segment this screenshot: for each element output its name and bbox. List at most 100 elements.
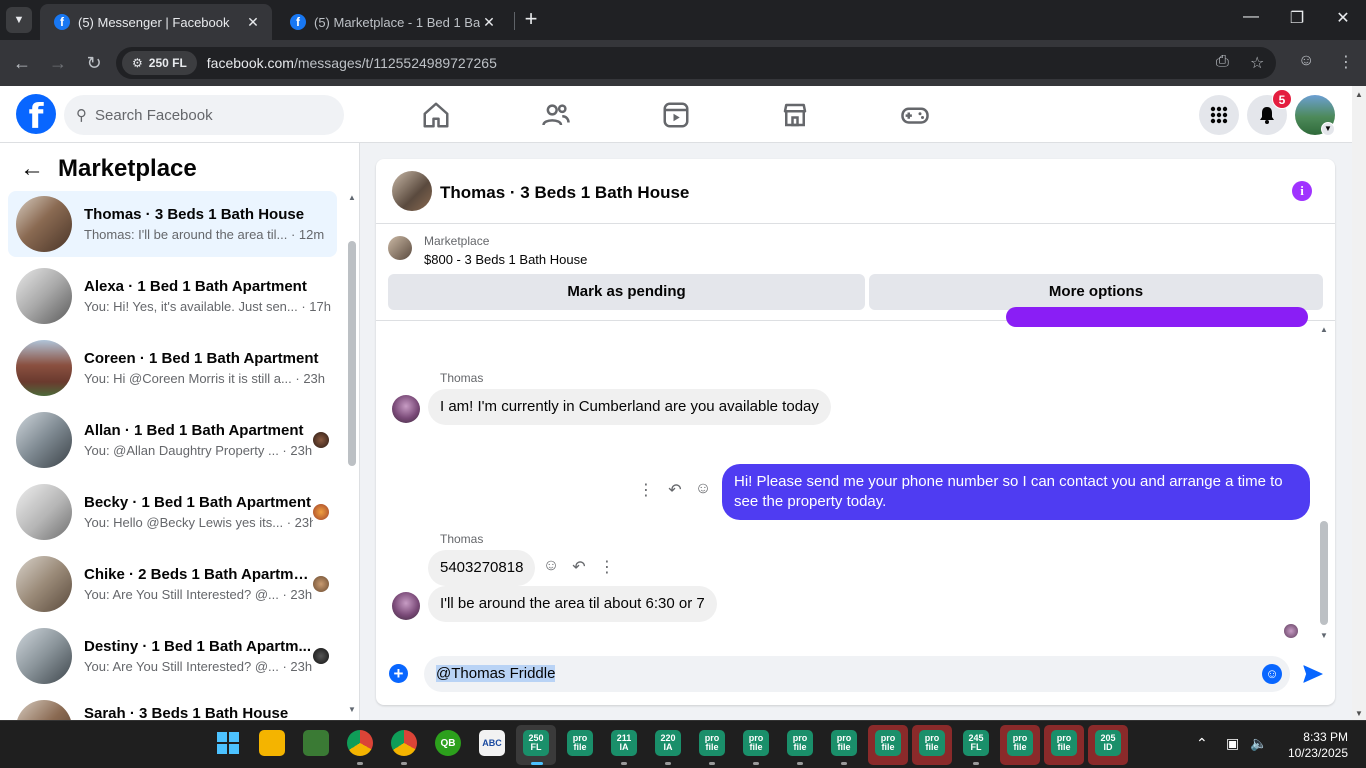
scroll-up-arrow-icon[interactable]: ▲ xyxy=(1355,90,1363,99)
volume-icon[interactable]: 🔈 xyxy=(1250,735,1267,752)
reload-icon[interactable]: ↻ xyxy=(81,50,107,76)
scrollbar-thumb[interactable] xyxy=(1320,521,1328,625)
conversation-item[interactable]: Coreen · 1 Bed 1 Bath Apartment You: Hi @… xyxy=(8,335,337,401)
video-icon[interactable] xyxy=(661,100,691,130)
listing-thumbnail[interactable] xyxy=(388,236,412,260)
reply-icon[interactable]: ↶ xyxy=(568,557,590,577)
message-input[interactable]: @Thomas Friddle xyxy=(424,656,1290,692)
incoming-message[interactable]: I am! I'm currently in Cumberland are yo… xyxy=(428,389,831,425)
menu-grid-icon[interactable] xyxy=(1199,95,1239,135)
scroll-down-arrow-icon[interactable]: ▼ xyxy=(1355,709,1363,718)
taskbar-clock[interactable]: 8:33 PM 10/23/2025 xyxy=(1282,729,1348,761)
emoji-icon[interactable]: ☺ xyxy=(1262,664,1282,684)
site-info-chip[interactable]: ⚙ 250 FL xyxy=(122,51,197,75)
conversation-item[interactable]: Sarah · 3 Beds 1 Bath House xyxy=(8,695,337,720)
friends-icon[interactable] xyxy=(541,100,571,130)
listing-title[interactable]: $800 - 3 Beds 1 Bath House xyxy=(424,252,587,267)
bookmark-star-icon[interactable]: ☆ xyxy=(1250,53,1264,73)
react-emoji-icon[interactable]: ☺ xyxy=(692,480,714,498)
search-placeholder: Search Facebook xyxy=(95,106,213,124)
facebook-search-input[interactable]: ⚲ Search Facebook xyxy=(64,95,344,135)
mark-as-pending-button[interactable]: Mark as pending xyxy=(388,274,865,310)
taskbar-app-220-ia[interactable]: 220 IA xyxy=(655,730,681,756)
install-app-icon[interactable]: ⎙ xyxy=(1216,53,1229,71)
back-arrow-icon[interactable]: ← xyxy=(20,155,44,183)
back-arrow-icon[interactable]: ← xyxy=(9,50,35,76)
close-tab-icon[interactable]: ✕ xyxy=(480,14,498,31)
chrome-menu-icon[interactable]: ⋮ xyxy=(1338,52,1354,72)
taskbar-app-250-fl[interactable]: 250 FL xyxy=(523,730,549,756)
show-hidden-icons-chevron-icon[interactable]: ⌃ xyxy=(1196,735,1208,752)
more-actions-plus-icon[interactable]: + xyxy=(389,664,408,683)
facebook-logo-icon[interactable]: f xyxy=(16,94,56,134)
sender-avatar[interactable] xyxy=(392,592,420,620)
close-tab-icon[interactable]: ✕ xyxy=(244,14,262,31)
conversation-item[interactable]: Thomas · 3 Beds 1 Bath House Thomas: I'll… xyxy=(8,191,337,257)
more-options-button[interactable]: More options xyxy=(869,274,1323,310)
taskbar-app-211-ia[interactable]: 211 IA xyxy=(611,730,637,756)
address-bar[interactable]: ⚙ 250 FL facebook.com/messages/t/1125524… xyxy=(116,47,1276,79)
marketplace-icon[interactable] xyxy=(780,100,810,130)
windows-start-icon[interactable] xyxy=(215,730,241,756)
scroll-up-arrow-icon[interactable]: ▲ xyxy=(348,193,356,202)
profile-app-icon[interactable]: pro file xyxy=(831,730,857,756)
chrome-icon[interactable] xyxy=(347,730,373,756)
taskbar-app-205-id[interactable]: 205 ID xyxy=(1095,730,1121,756)
scroll-down-arrow-icon[interactable]: ▼ xyxy=(1320,631,1328,640)
profile-app-icon[interactable]: pro file xyxy=(787,730,813,756)
sender-avatar[interactable] xyxy=(392,395,420,423)
conversation-item[interactable]: Allan · 1 Bed 1 Bath Apartment You: @Alla… xyxy=(8,407,337,473)
outgoing-message[interactable]: Hi! Please send me your phone number so … xyxy=(722,464,1310,520)
tab-messenger[interactable]: f (5) Messenger | Facebook ✕ xyxy=(40,4,272,40)
chat-title[interactable]: Thomas · 3 Beds 1 Bath House xyxy=(440,183,689,203)
profile-icon[interactable]: ☺ xyxy=(1298,52,1314,70)
scroll-down-arrow-icon[interactable]: ▼ xyxy=(348,705,356,714)
profile-app-icon[interactable]: pro file xyxy=(919,730,945,756)
new-tab-button[interactable]: + xyxy=(520,8,542,30)
chrome-icon[interactable] xyxy=(391,730,417,756)
conversation-item[interactable]: Alexa · 1 Bed 1 Bath Apartment You: Hi! Y… xyxy=(8,263,337,329)
thread-scrollbar[interactable]: ▲ ▼ xyxy=(1318,325,1330,641)
notepad-icon[interactable] xyxy=(303,730,329,756)
profile-app-icon[interactable]: pro file xyxy=(567,730,593,756)
network-icon[interactable]: ▣ xyxy=(1226,735,1239,752)
conversations-scrollbar[interactable]: ▲ ▼ xyxy=(346,191,358,720)
minimize-icon[interactable]: — xyxy=(1236,8,1266,26)
tab-marketplace[interactable]: f (5) Marketplace - 1 Bed 1 Bath A ✕ xyxy=(276,4,508,40)
react-emoji-icon[interactable]: ☺ xyxy=(540,557,562,575)
conversation-item[interactable]: Destiny · 1 Bed 1 Bath Apartm... You: Are… xyxy=(8,623,337,689)
conversation-item[interactable]: Chike · 2 Beds 1 Bath Apartme... You: Are… xyxy=(8,551,337,617)
tune-icon: ⚙ xyxy=(132,56,143,70)
quickbooks-icon[interactable]: QB xyxy=(435,730,461,756)
forward-arrow-icon[interactable]: → xyxy=(45,50,71,76)
close-window-icon[interactable]: ✕ xyxy=(1328,8,1358,28)
taskbar-app-245-fl[interactable]: 245 FL xyxy=(963,730,989,756)
tab-search-button[interactable]: ▼ xyxy=(6,7,32,33)
reply-icon[interactable]: ↶ xyxy=(664,480,686,500)
file-explorer-icon[interactable] xyxy=(259,730,285,756)
profile-app-icon[interactable]: pro file xyxy=(699,730,725,756)
profile-app-icon[interactable]: pro file xyxy=(1051,730,1077,756)
account-chevron-down-icon[interactable]: ▼ xyxy=(1321,122,1335,136)
profile-app-icon[interactable]: pro file xyxy=(743,730,769,756)
url-text[interactable]: facebook.com/messages/t/1125524989727265 xyxy=(207,55,497,71)
scrollbar-thumb[interactable] xyxy=(348,241,356,466)
send-icon[interactable] xyxy=(1302,663,1324,685)
chat-avatar[interactable] xyxy=(392,171,432,211)
profile-app-icon[interactable]: pro file xyxy=(1007,730,1033,756)
conversation-name: Thomas · 3 Beds 1 Bath House xyxy=(84,206,305,223)
more-actions-icon[interactable]: ⋮ xyxy=(635,480,657,500)
incoming-message[interactable]: 5403270818 xyxy=(428,550,536,586)
conversation-item[interactable]: Becky · 1 Bed 1 Bath Apartment You: Hello… xyxy=(8,479,337,545)
profile-app-icon[interactable]: pro file xyxy=(875,730,901,756)
more-actions-icon[interactable]: ⋮ xyxy=(596,557,618,577)
page-scrollbar[interactable]: ▲ ▼ xyxy=(1352,86,1366,720)
gaming-icon[interactable] xyxy=(900,100,930,130)
home-icon[interactable] xyxy=(421,100,451,130)
abc-icon[interactable]: ABC xyxy=(479,730,505,756)
scroll-up-arrow-icon[interactable]: ▲ xyxy=(1320,325,1328,334)
restore-icon[interactable]: ❐ xyxy=(1282,8,1312,28)
incoming-message[interactable]: I'll be around the area til about 6:30 o… xyxy=(428,586,717,622)
chat-panel: Thomas · 3 Beds 1 Bath House i Marketpla… xyxy=(376,159,1335,705)
info-icon[interactable]: i xyxy=(1292,181,1312,201)
